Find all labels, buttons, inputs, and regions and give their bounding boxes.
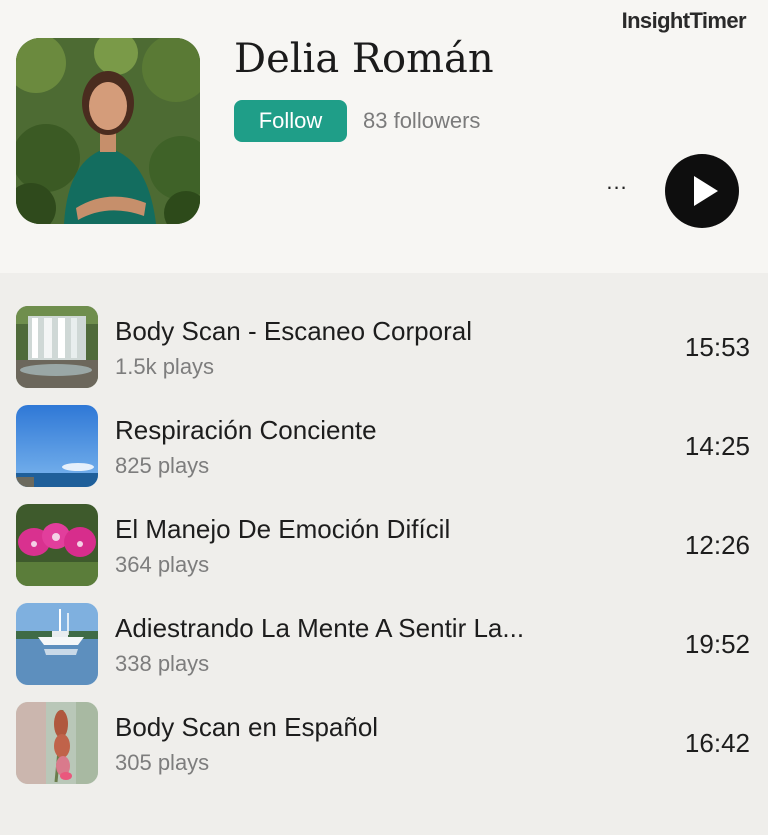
- track-row[interactable]: Body Scan - Escaneo Corporal 1.5k plays …: [0, 306, 768, 396]
- track-duration: 15:53: [684, 332, 750, 362]
- play-button[interactable]: [665, 154, 739, 228]
- play-icon: [694, 176, 718, 206]
- more-options-icon[interactable]: ...: [600, 171, 634, 206]
- flower-thumbnail: [16, 702, 98, 784]
- track-duration: 19:52: [684, 629, 750, 659]
- track-row[interactable]: Adiestrando La Mente A Sentir La... 338 …: [0, 603, 768, 693]
- track-title: Body Scan en Español: [115, 712, 379, 742]
- track-duration: 12:26: [684, 530, 750, 560]
- track-title: El Manejo De Emoción Difícil: [115, 514, 451, 544]
- track-plays: 1.5k plays: [115, 354, 215, 379]
- orchid-thumbnail: [16, 504, 98, 586]
- waterfall-thumbnail: [16, 306, 98, 388]
- sky-ocean-thumbnail: [16, 405, 98, 487]
- insight-timer-logo[interactable]: InsightTimer: [622, 8, 747, 34]
- teacher-header: InsightTimer Delia Román Follow 83 follo…: [0, 0, 768, 273]
- track-plays: 825 plays: [115, 453, 210, 478]
- followers-count: 83 followers: [363, 108, 481, 133]
- track-list: Body Scan - Escaneo Corporal 1.5k plays …: [0, 273, 768, 835]
- track-row[interactable]: El Manejo De Emoción Difícil 364 plays 1…: [0, 504, 768, 594]
- teacher-name: Delia Román: [234, 36, 494, 82]
- track-title: Body Scan - Escaneo Corporal: [115, 316, 472, 346]
- track-plays: 364 plays: [115, 552, 210, 577]
- sailboat-thumbnail: [16, 603, 98, 685]
- track-title: Adiestrando La Mente A Sentir La...: [115, 613, 525, 643]
- track-duration: 14:25: [684, 431, 750, 461]
- teacher-avatar: [16, 38, 200, 224]
- follow-button[interactable]: Follow: [234, 100, 347, 142]
- track-plays: 338 plays: [115, 651, 210, 676]
- track-duration: 16:42: [684, 728, 750, 758]
- track-plays: 305 plays: [115, 750, 210, 775]
- track-title: Respiración Conciente: [115, 415, 377, 445]
- track-row[interactable]: Respiración Conciente 825 plays 14:25: [0, 405, 768, 495]
- track-row[interactable]: Body Scan en Español 305 plays 16:42: [0, 702, 768, 792]
